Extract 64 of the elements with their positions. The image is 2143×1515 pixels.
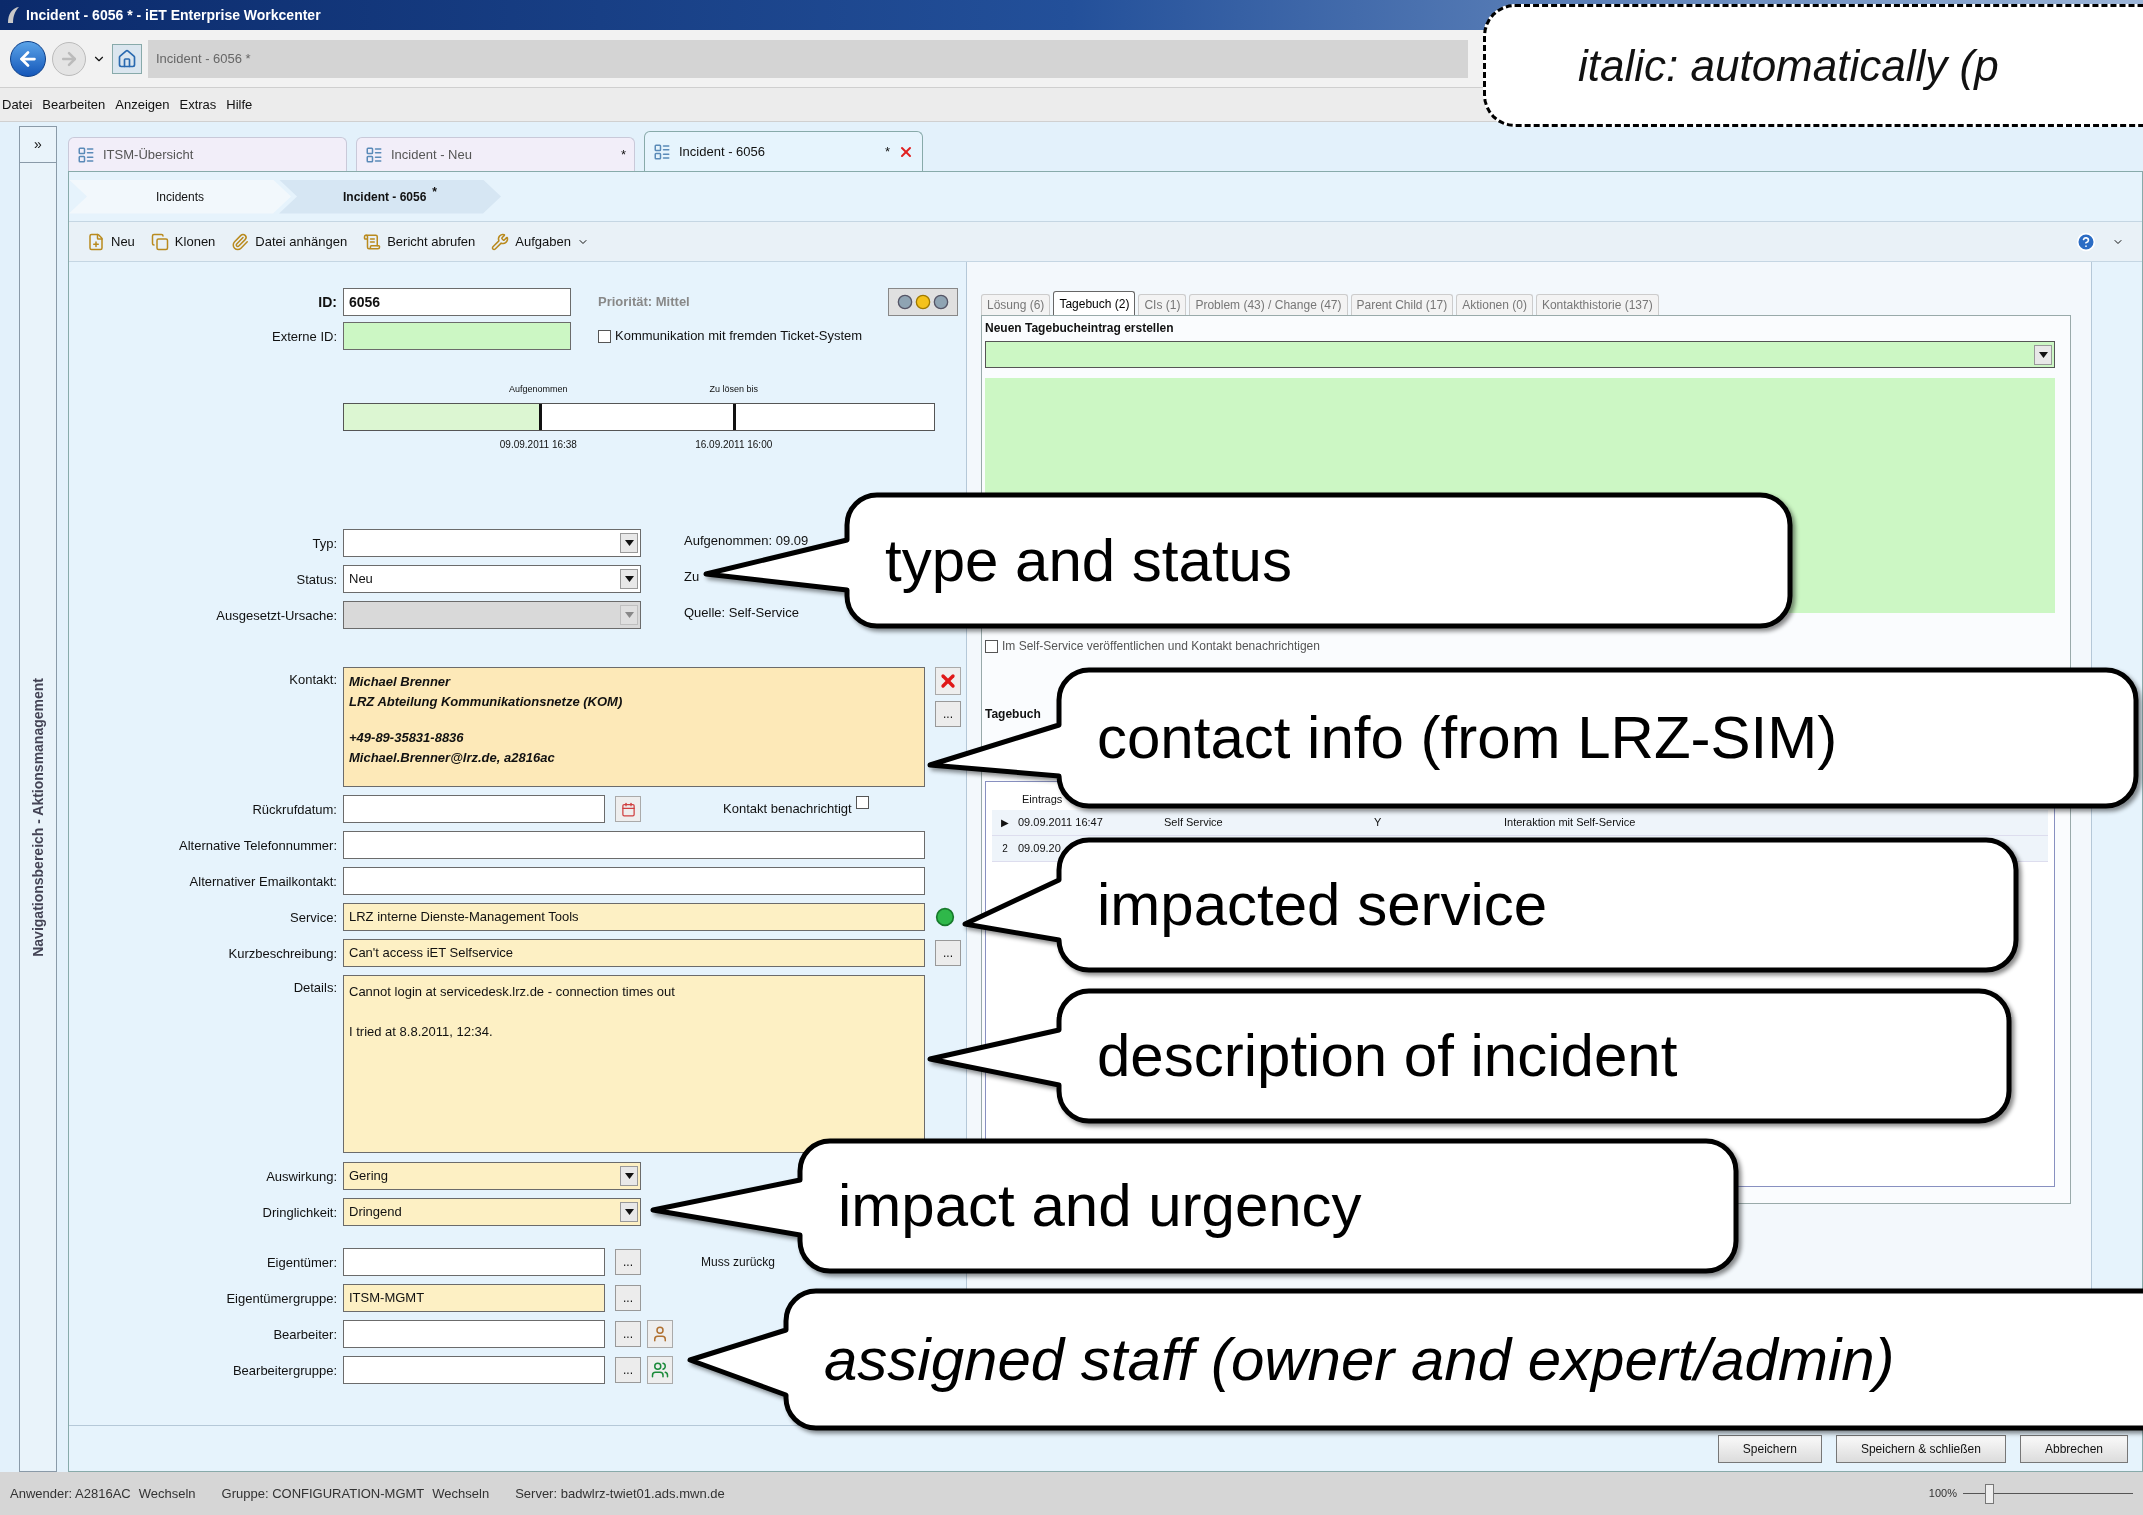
field-label: Dringlichkeit: — [262, 1205, 337, 1220]
milestone-date: 16.09.2011 16:00 — [695, 438, 773, 452]
field-label: Alternativer Emailkontakt: — [189, 874, 337, 889]
field-label: Rückrufdatum: — [252, 802, 337, 817]
field-label: Ausgesetzt-Ursache: — [216, 608, 337, 623]
field-label: Kontakt: — [289, 672, 337, 687]
contact-line: LRZ Abteilung Kommunikationsnetze (KOM) — [349, 693, 624, 711]
row-marker: ▶ — [1000, 816, 1010, 830]
field-label: Kurzbeschreibung: — [228, 946, 337, 961]
section-heading: Tagebuch — [985, 706, 1041, 723]
row-marker: 2 — [1001, 842, 1009, 856]
info-text: Aufgenommen: 09.09 — [684, 532, 809, 551]
callout-text: impact and urgency — [838, 1176, 1362, 1236]
field-label: Status: — [296, 572, 337, 587]
field-label: Service: — [290, 910, 337, 925]
status-text: Server: badwlrz-twiet01.ads.mwn.de — [515, 1484, 725, 1503]
tab-label: Incident - 6056 — [679, 142, 766, 161]
checkbox-label: Kommunikation mit fremden Ticket-System — [615, 327, 863, 346]
details-text: I tried at 8.8.2011, 12:34. — [349, 1022, 494, 1041]
section-heading: Neuen Tagebucheintrag erstellen — [985, 320, 1175, 337]
contact-line: Michael Brenner — [349, 673, 452, 691]
zoom-reading: 100% — [1928, 1486, 1957, 1502]
callout-text: description of incident — [1097, 1026, 1678, 1086]
info-text: Quelle: Self-Service — [684, 604, 799, 623]
details-text: Cannot login at servicedesk.lrz.de - connection times out — [349, 983, 676, 1001]
field-label: Bearbeiter: — [273, 1327, 337, 1342]
table-cell-text: Interaktion mit Self-Service — [1504, 815, 1637, 831]
milestone-date: 09.09.2011 16:38 — [499, 438, 577, 452]
field-label: Alternative Telefonnummer: — [179, 838, 337, 853]
callout-text: type and status — [885, 530, 1292, 591]
checkbox-label: Im Self-Service veröffentlichen und Kontakt benachrichtigen — [1002, 638, 1320, 655]
milestone-label: Aufgenommen — [509, 383, 568, 396]
table-cell-text: 09.09.2011 16:47 — [1018, 815, 1104, 831]
milestone-label: Zu lösen bis — [709, 383, 758, 396]
modified-marker: * — [884, 142, 890, 161]
field-label: Details: — [293, 980, 337, 995]
column-header: Eintrags — [1022, 791, 1063, 807]
tab-label: Incident - Neu — [391, 145, 473, 164]
status-text: Anwender: A2816AC — [10, 1484, 131, 1503]
tab-label: ITSM-Übersicht — [103, 145, 195, 164]
contact-line: +49-89-35831-8836 — [349, 729, 465, 747]
field-label: Auswirkung: — [266, 1169, 337, 1184]
field-label: Eigentümergruppe: — [226, 1291, 337, 1306]
field-label: Eigentümer: — [266, 1255, 337, 1270]
table-cell-text: 09.09.20 — [1018, 841, 1062, 857]
table-cell-text: Self Service — [1164, 815, 1224, 831]
table-cell-text: Y — [1374, 815, 1383, 831]
field-label: ID: — [318, 294, 337, 310]
window-title: Incident - 6056 * - iET Enterprise Workcenter — [26, 5, 321, 25]
field-label: Bearbeitergruppe: — [232, 1363, 337, 1378]
callout-text: contact info (from LRZ-SIM) — [1097, 708, 1838, 768]
callout-text: impacted service — [1097, 875, 1548, 935]
contact-line: Michael.Brenner@lrz.de, a2816ac — [349, 749, 556, 767]
priority-text: Priorität: Mittel — [598, 293, 690, 312]
callout-text: assigned staff (owner and expert/admin) — [824, 1329, 1895, 1390]
note-text: italic: automatically (p — [1578, 43, 1999, 88]
panel-title: Navigationsbereich - Aktionsmanagement — [28, 677, 47, 957]
status-text: Gruppe: CONFIGURATION-MGMT — [221, 1484, 425, 1503]
info-text: Zu — [684, 568, 700, 587]
field-label: Externe ID: — [271, 329, 337, 344]
checkbox-label: Kontakt benachrichtigt — [723, 800, 852, 819]
field-label: Typ: — [312, 536, 337, 551]
info-text: Muss zurückg — [701, 1254, 776, 1271]
modified-marker: * — [620, 145, 626, 164]
